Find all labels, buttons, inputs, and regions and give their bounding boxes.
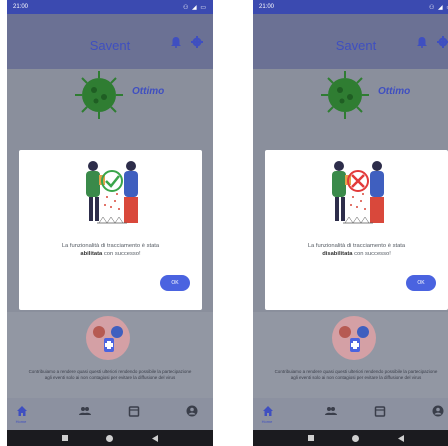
system-nav-bar [253, 430, 448, 446]
virus-status-icon [321, 71, 369, 119]
nav-home-label: Home [261, 419, 273, 424]
bottom-nav [7, 398, 213, 430]
status-label: Ottimo [378, 86, 411, 97]
health-illustration [86, 316, 130, 360]
tracking-disabled-illustration [332, 161, 384, 224]
bell-icon[interactable] [171, 37, 181, 48]
tracking-enabled-illustration [86, 161, 138, 224]
dialog-state-word: disabilitata [322, 251, 353, 257]
nav-home-label: Home [15, 419, 27, 424]
people-icon[interactable] [325, 405, 337, 417]
ok-button[interactable]: OK [160, 275, 190, 291]
virus-status-icon [75, 71, 123, 119]
account-icon[interactable] [432, 405, 444, 417]
home-button-icon[interactable] [352, 435, 359, 442]
gear-icon[interactable] [191, 36, 203, 48]
home-icon[interactable] [262, 405, 274, 417]
status-bar: 21:00 ⚇ ◢ ▭ [7, 0, 213, 14]
home-icon[interactable] [16, 405, 28, 417]
dialog-state-word: abilitata [80, 251, 103, 257]
info-text: Contribuiamo a rendere quasi questi ulte… [28, 369, 192, 380]
dialog-message: La funzionalità di tracciamento è stata … [307, 243, 406, 257]
status-icons: ⚇ ◢ ▭ [183, 4, 207, 11]
health-illustration [332, 316, 376, 360]
tracking-dialog: La funzionalità di tracciamento è stata … [265, 150, 448, 310]
status-label: Ottimo [132, 86, 165, 97]
ok-button[interactable]: OK [406, 275, 436, 291]
status-time: 21:00 [259, 4, 275, 10]
dialog-message: La funzionalità di tracciamento è stata … [61, 243, 160, 257]
account-icon[interactable] [186, 405, 198, 417]
bell-icon[interactable] [417, 37, 427, 48]
bottom-nav [253, 398, 448, 430]
people-icon[interactable] [79, 405, 91, 417]
phone-screen-disabled: 21:00 ⚇ ◢ ▭ Savent Ottimo Contribui [253, 0, 448, 446]
calendar-icon[interactable] [128, 405, 140, 417]
tracking-dialog: La funzionalità di tracciamento è stata … [19, 150, 202, 310]
status-icons: ⚇ ◢ ▭ [429, 4, 448, 11]
recents-button-icon[interactable] [308, 435, 314, 441]
calendar-icon[interactable] [374, 405, 386, 417]
back-button-icon[interactable] [398, 435, 404, 442]
status-time: 21:00 [13, 4, 29, 10]
gear-icon[interactable] [437, 36, 448, 48]
app-title: Savent [89, 38, 131, 53]
info-text: Contribuiamo a rendere quasi questi ulte… [274, 369, 438, 380]
status-bar: 21:00 ⚇ ◢ ▭ [253, 0, 448, 14]
recents-button-icon[interactable] [62, 435, 68, 441]
home-button-icon[interactable] [106, 435, 113, 442]
phone-screen-enabled: 21:00 ⚇ ◢ ▭ Savent Ottimo Contribuiamo a… [7, 0, 213, 446]
back-button-icon[interactable] [152, 435, 158, 442]
